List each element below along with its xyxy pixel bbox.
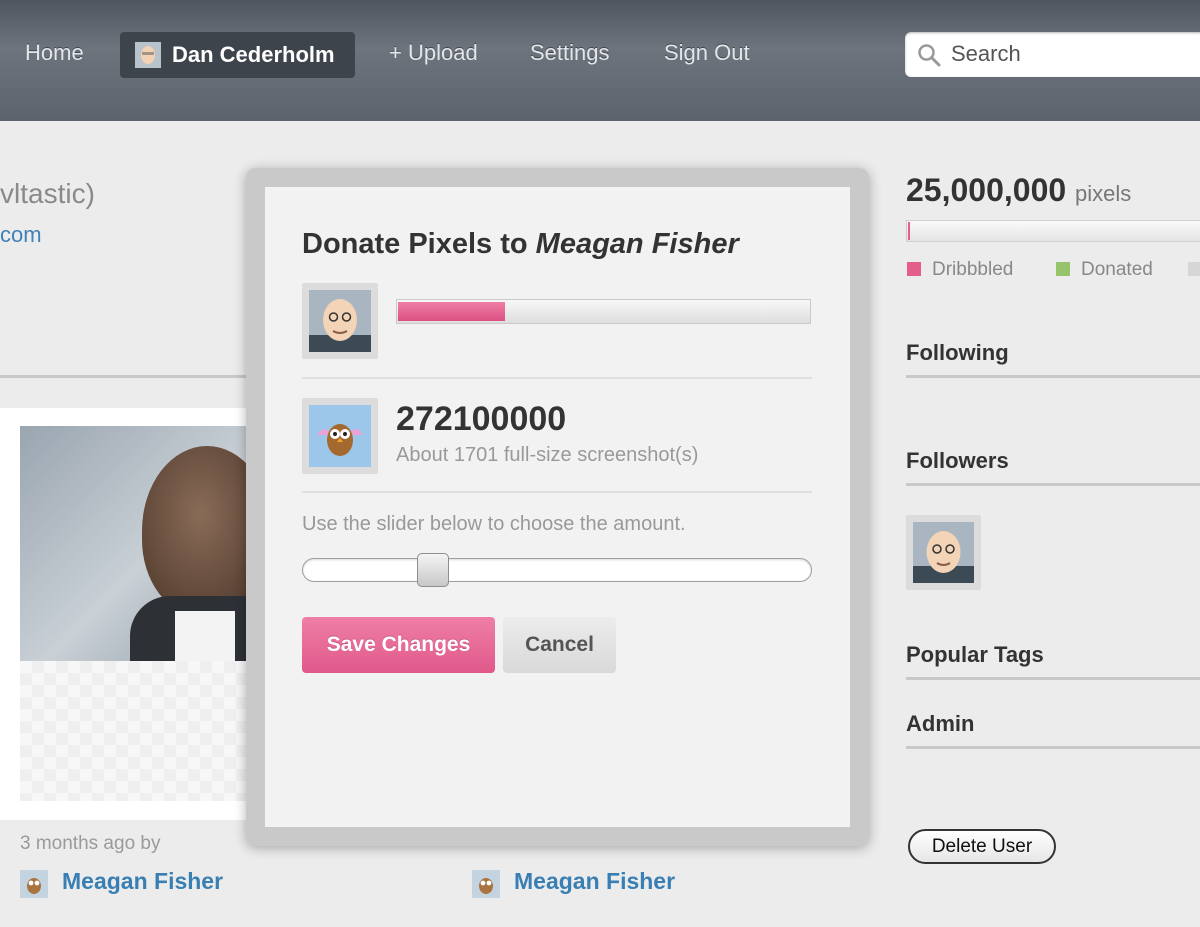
popular-tags-rule [906, 677, 1200, 680]
shot-thumbnail[interactable] [20, 426, 260, 661]
search-box [905, 32, 1200, 77]
followers-heading: Followers [906, 448, 1009, 473]
legend-dribbbled: Dribbbled [907, 259, 1013, 281]
owl-avatar-icon [309, 405, 371, 467]
donation-progress-bar [396, 299, 811, 324]
owl-avatar-icon [20, 870, 48, 898]
following-rule [906, 375, 1200, 378]
shot-author-link[interactable]: Meagan Fisher [62, 868, 223, 895]
profile-name-fragment: vltastic) [0, 178, 95, 209]
modal-divider [302, 377, 812, 379]
shot-author-link[interactable]: Meagan Fisher [514, 868, 675, 895]
donation-amount-description: About 1701 full-size screenshot(s) [396, 444, 699, 466]
admin-rule [906, 746, 1200, 749]
legend-label: Donated [1081, 259, 1153, 280]
popular-tags-heading: Popular Tags [906, 642, 1044, 667]
profile-website-link[interactable]: com [0, 222, 42, 248]
profile-divider [0, 375, 250, 378]
nav-sign-out-link[interactable]: Sign Out [664, 40, 750, 66]
owl-avatar-icon [472, 870, 500, 898]
legend-donated: Donated [1056, 259, 1153, 281]
shot-portrait-collar [175, 611, 235, 661]
modal-title-prefix: Donate Pixels to [302, 228, 536, 260]
shot-portrait-head [142, 446, 260, 616]
search-input[interactable] [951, 39, 1191, 69]
modal-title: Donate Pixels to Meagan Fisher [302, 228, 739, 261]
donation-amount: 272100000 [396, 400, 567, 438]
followers-rule [906, 483, 1200, 486]
pixels-count: 25,000,000 pixels [906, 172, 1131, 209]
legend-label: Dribbbled [932, 259, 1014, 280]
pixels-progress-bar [906, 220, 1200, 242]
nav-settings-link[interactable]: Settings [530, 40, 610, 66]
delete-user-button[interactable]: Delete User [908, 829, 1056, 864]
save-changes-button[interactable]: Save Changes [302, 617, 495, 673]
admin-heading: Admin [906, 711, 975, 736]
dan-avatar-icon [913, 522, 974, 583]
nav-user-menu[interactable]: Dan Cederholm [120, 32, 355, 78]
donor-avatar [302, 283, 378, 359]
amount-slider-thumb[interactable] [417, 553, 449, 587]
cancel-button[interactable]: Cancel [503, 617, 616, 673]
shot-pattern [20, 661, 260, 801]
nav-user-name: Dan Cederholm [172, 42, 335, 67]
shot-meta: 3 months ago by [20, 833, 161, 854]
pixels-progress-fill [908, 222, 910, 240]
legend-swatch [1188, 262, 1200, 276]
nav-upload-link[interactable]: + Upload [389, 40, 478, 66]
amount-slider-track[interactable] [302, 558, 812, 582]
modal-divider [302, 491, 812, 493]
legend-swatch [907, 262, 921, 276]
recipient-avatar [302, 398, 378, 474]
follower-avatar[interactable] [906, 515, 981, 590]
following-heading: Following [906, 340, 1009, 365]
legend-remaining [1188, 259, 1200, 281]
modal-title-recipient: Meagan Fisher [535, 228, 739, 260]
legend-swatch [1056, 262, 1070, 276]
top-navigation-bar: Home Dan Cederholm + Upload Settings Sig… [0, 0, 1200, 121]
pixels-count-value: 25,000,000 [906, 172, 1067, 208]
user-avatar-icon [135, 42, 161, 68]
pixels-count-unit: pixels [1075, 181, 1132, 206]
dan-avatar-icon [309, 290, 371, 352]
nav-home-link[interactable]: Home [25, 40, 84, 66]
donation-progress-fill [398, 302, 505, 321]
search-icon [918, 44, 941, 67]
slider-hint: Use the slider below to choose the amoun… [302, 513, 686, 535]
